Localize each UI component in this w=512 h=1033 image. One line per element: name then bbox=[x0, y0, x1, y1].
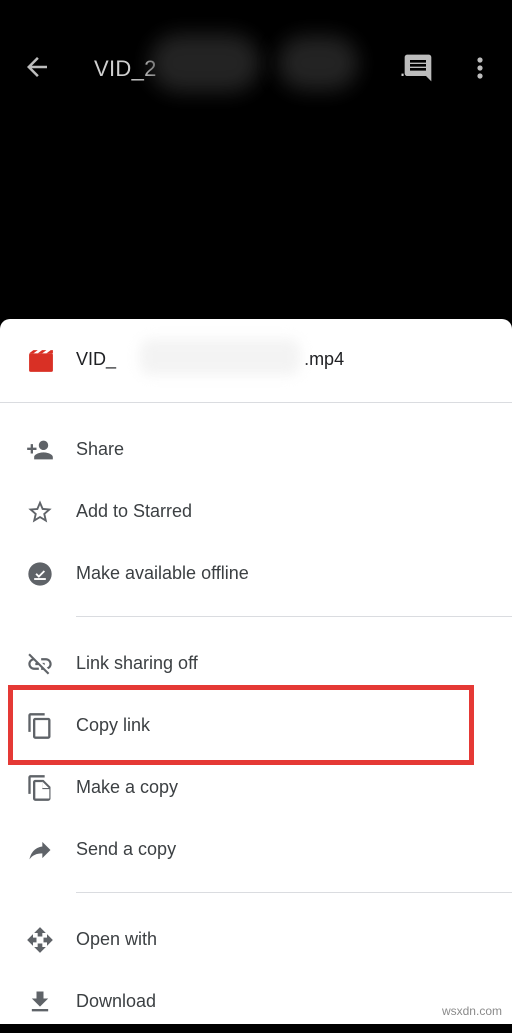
redaction-blur bbox=[140, 339, 300, 375]
divider bbox=[76, 892, 512, 893]
divider bbox=[0, 402, 512, 403]
more-options-button[interactable] bbox=[468, 52, 492, 84]
offline-check-icon bbox=[26, 560, 54, 588]
send-arrow-icon bbox=[26, 836, 54, 864]
comment-button[interactable] bbox=[402, 52, 434, 84]
menu-item-label: Make a copy bbox=[76, 777, 179, 797]
divider bbox=[76, 616, 512, 617]
person-add-icon bbox=[26, 436, 54, 464]
video-title-text: VID_2 bbox=[94, 56, 157, 81]
menu-item-share[interactable]: Share bbox=[0, 419, 512, 481]
back-button[interactable] bbox=[22, 52, 52, 82]
file-copy-icon bbox=[26, 774, 54, 802]
download-icon bbox=[26, 988, 54, 1016]
copy-link-highlight-box bbox=[8, 685, 474, 765]
open-with-icon bbox=[26, 926, 54, 954]
menu-item-make-a-copy[interactable]: Make a copy bbox=[0, 757, 512, 819]
arrow-back-icon bbox=[27, 57, 47, 77]
redaction-blur bbox=[278, 36, 358, 90]
menu-item-label: Send a copy bbox=[76, 839, 177, 859]
bottom-sheet: VID_ .mp4 Share Add to Starred Make avai… bbox=[0, 319, 512, 1024]
link-off-icon bbox=[26, 650, 54, 678]
file-header: VID_ .mp4 bbox=[0, 319, 512, 401]
video-file-icon bbox=[28, 349, 54, 373]
menu-item-label: Add to Starred bbox=[76, 501, 193, 521]
menu-item-open-with[interactable]: Open with bbox=[0, 909, 512, 971]
file-name-extension: .mp4 bbox=[304, 349, 345, 369]
menu-item-label: Share bbox=[76, 439, 125, 459]
top-app-bar: VID_2 ... bbox=[0, 0, 512, 136]
menu-item-label: Open with bbox=[76, 929, 158, 949]
more-vert-icon bbox=[477, 57, 483, 79]
menu-item-send-a-copy[interactable]: Send a copy bbox=[0, 819, 512, 881]
file-name-prefix: VID_ bbox=[76, 349, 117, 369]
menu-item-label: Make available offline bbox=[76, 563, 249, 583]
menu-item-label: Download bbox=[76, 991, 157, 1011]
menu-item-label: Link sharing off bbox=[76, 653, 198, 673]
redaction-blur bbox=[150, 34, 260, 92]
menu-item-make-available-offline[interactable]: Make available offline bbox=[0, 543, 512, 605]
watermark: wsxdn.com bbox=[441, 1004, 502, 1018]
menu-item-add-to-starred[interactable]: Add to Starred bbox=[0, 481, 512, 543]
comment-icon bbox=[404, 54, 432, 82]
star-outline-icon bbox=[26, 498, 54, 526]
